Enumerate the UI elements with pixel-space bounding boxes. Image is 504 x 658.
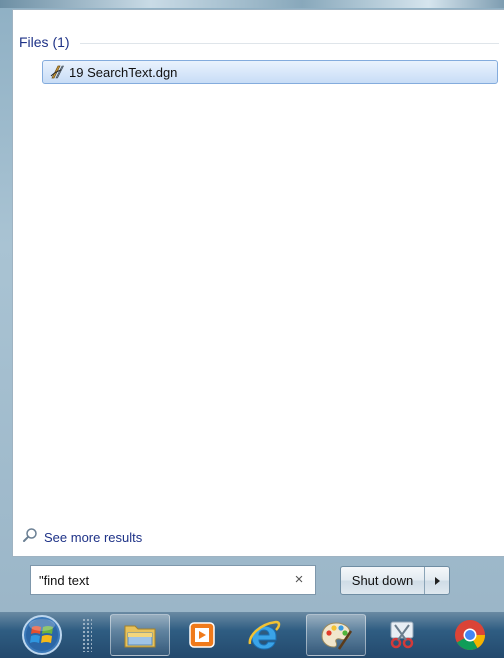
group-title[interactable]: Files (1) [19,34,70,50]
result-item[interactable]: 19 SearchText.dgn [42,60,498,84]
media-player-icon [189,622,215,648]
internet-explorer-icon [248,620,281,650]
shutdown-control: Shut down [340,566,450,595]
taskbar-internet-explorer[interactable] [234,614,294,656]
start-button[interactable] [12,614,72,656]
folder-icon [124,625,156,648]
search-icon [22,527,38,548]
microstation-file-icon [48,63,66,81]
taskbar-media-player[interactable] [172,614,232,656]
taskbar [0,612,504,658]
taskbar-paint[interactable] [306,614,366,656]
taskbar-grip[interactable] [82,618,92,652]
result-item-label: 19 SearchText.dgn [69,64,178,80]
search-input-value: "find text [39,573,90,588]
start-search-input[interactable]: "find text × [30,565,316,595]
taskbar-chrome[interactable] [440,614,500,656]
see-more-results-label: See more results [44,529,143,545]
frame-shine [0,0,504,8]
shutdown-button[interactable]: Shut down [341,567,424,594]
files-group-header[interactable]: Files (1) [19,32,499,52]
search-results-panel: Files (1) 19 SearchText.dgn [12,9,504,557]
clear-search-button[interactable]: × [291,571,307,589]
start-menu: Files (1) 19 SearchText.dgn See more res… [0,0,504,612]
taskbar-snipping-tool[interactable] [372,614,432,656]
paint-palette-icon [321,622,353,650]
shutdown-options-button[interactable] [425,567,449,594]
windows-logo-icon [22,615,62,655]
chrome-icon [455,620,485,651]
group-divider [79,42,499,44]
chevron-right-icon [435,576,440,585]
see-more-results-link[interactable]: See more results [22,527,142,547]
taskbar-windows-explorer[interactable] [110,614,170,656]
scissors-icon [390,621,414,649]
